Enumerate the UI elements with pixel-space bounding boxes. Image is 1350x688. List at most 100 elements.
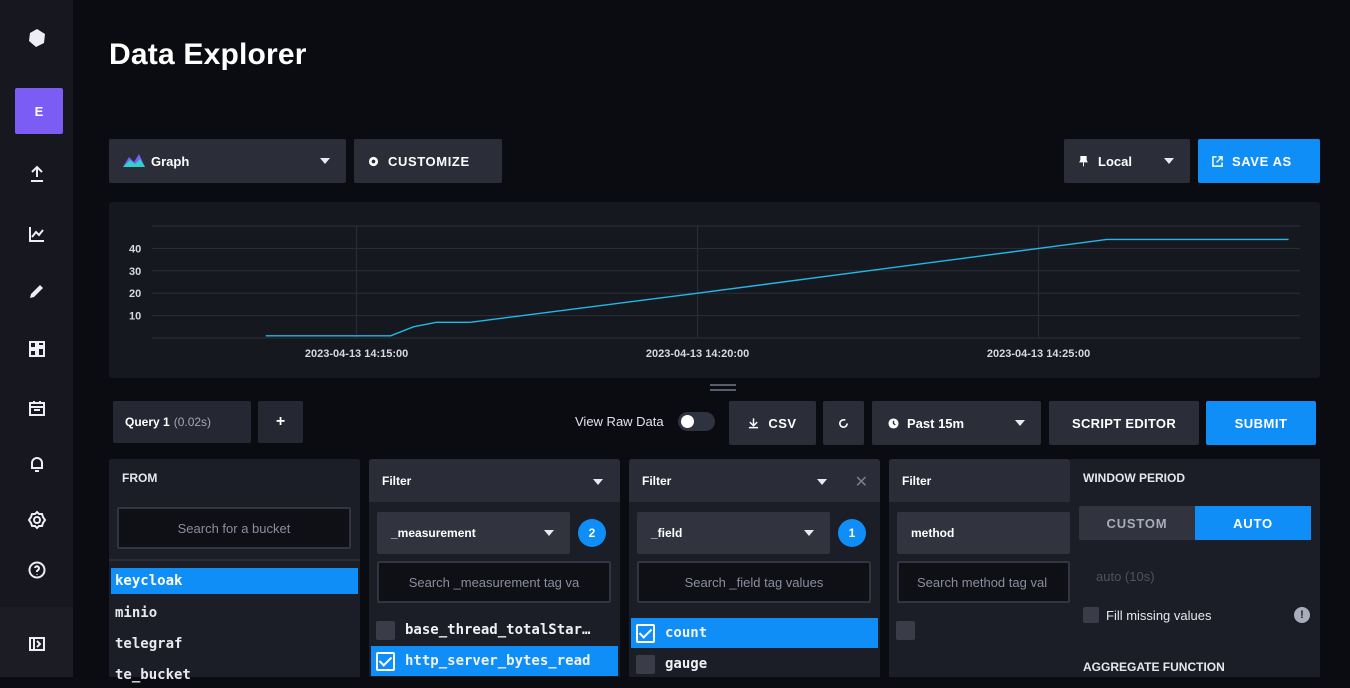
series-line (265, 238, 1289, 337)
query-tab[interactable]: Query 1 (0.02s) (113, 401, 251, 443)
filter-title: Filter (902, 474, 932, 488)
selected-count-badge: 2 (578, 519, 606, 547)
filter-header[interactable]: Filter (369, 459, 620, 502)
timezone-label: Local (1098, 153, 1132, 169)
csv-download-button[interactable]: CSV (729, 401, 816, 445)
tag-value-item[interactable]: http_server_bytes_read (371, 646, 618, 676)
tag-value-item[interactable] (893, 615, 1070, 645)
toggle-knob (681, 415, 694, 428)
add-query-button[interactable]: + (258, 401, 303, 443)
y-tick-label: 20 (129, 288, 141, 300)
time-range-label: Past 15m (907, 415, 965, 431)
filter-header[interactable]: Filter ✕ (629, 459, 880, 502)
checkbox[interactable] (636, 623, 655, 643)
window-period-panel: WINDOW PERIOD CUSTOM AUTO auto (10s) Fil… (1070, 459, 1320, 677)
user-avatar[interactable]: E (15, 88, 63, 134)
tag-value-label: gauge (665, 656, 708, 672)
pin-icon (1079, 156, 1088, 167)
bucket-item[interactable]: te_bucket (111, 662, 191, 688)
chevron-down-icon (593, 479, 603, 485)
save-as-label: SAVE AS (1232, 153, 1292, 169)
submit-button[interactable]: SUBMIT (1206, 401, 1316, 445)
tag-value-item[interactable]: base_thread_totalStar… (373, 615, 618, 645)
y-tick-label: 10 (129, 311, 141, 323)
visualization-type-dropdown[interactable]: Graph (109, 139, 346, 183)
aggregate-function-title: AGGREGATE FUNCTION (1083, 660, 1225, 674)
influxdb-logo-icon[interactable] (0, 18, 73, 58)
auto-window-value: auto (10s) (1096, 569, 1155, 584)
alerts-bell-icon[interactable] (0, 442, 73, 486)
tag-key-dropdown[interactable]: _measurement (377, 512, 570, 554)
checkbox[interactable] (636, 654, 655, 674)
bucket-item[interactable]: keycloak (111, 568, 358, 594)
divider (109, 559, 360, 561)
y-tick-label: 40 (129, 243, 141, 255)
dashboards-icon[interactable] (0, 327, 73, 371)
chevron-down-icon (1015, 420, 1025, 426)
page-title: Data Explorer (109, 38, 307, 71)
view-raw-data-label: View Raw Data (575, 414, 664, 429)
visualization-type-label: Graph (151, 153, 190, 169)
auto-option[interactable]: AUTO (1195, 506, 1311, 540)
resize-handle[interactable] (710, 384, 736, 386)
filter-header[interactable]: Filter (889, 459, 1070, 502)
save-as-button[interactable]: SAVE AS (1198, 139, 1320, 183)
chevron-down-icon (804, 530, 814, 536)
download-icon (749, 418, 759, 429)
tasks-calendar-icon[interactable] (0, 386, 73, 430)
timezone-dropdown[interactable]: Local (1064, 139, 1190, 183)
graph-panel: 40 30 20 10 2023-04-13 14:15:00 2023-04-13 14… (109, 202, 1320, 378)
window-period-toggle: CUSTOM AUTO (1079, 506, 1311, 540)
bucket-search-input[interactable]: Search for a bucket (117, 507, 351, 549)
chevron-down-icon (320, 158, 330, 164)
tag-key-dropdown[interactable]: method (897, 512, 1070, 554)
x-tick-label: 2023-04-13 14:15:00 (305, 348, 408, 360)
clock-icon (888, 417, 899, 429)
tag-value-label: http_server_bytes_read (405, 653, 591, 669)
selected-count-badge: 1 (838, 519, 866, 547)
chevron-down-icon (1164, 158, 1174, 164)
left-nav: E (0, 0, 73, 677)
tag-value-item[interactable]: gauge (633, 649, 878, 679)
fill-missing-values-option[interactable]: Fill missing values (1083, 607, 1211, 623)
help-icon[interactable]: ! (1294, 607, 1310, 623)
x-tick-label: 2023-04-13 14:20:00 (646, 348, 749, 360)
x-tick-label: 2023-04-13 14:25:00 (987, 348, 1090, 360)
checkbox[interactable] (1083, 607, 1099, 623)
bucket-item[interactable]: minio (111, 600, 157, 626)
nav-footer (0, 607, 73, 677)
data-explorer-icon[interactable] (0, 212, 73, 256)
settings-gear-icon[interactable] (0, 498, 73, 542)
tag-values-search-input[interactable]: Search _measurement tag va (377, 561, 611, 603)
line-chart: 40 30 20 10 2023-04-13 14:15:00 2023-04-13 14… (129, 225, 1300, 360)
help-icon[interactable] (0, 548, 73, 592)
checkbox[interactable] (376, 620, 395, 640)
bucket-item[interactable]: telegraf (111, 631, 182, 657)
resize-handle[interactable] (710, 389, 736, 391)
tag-values-search-input[interactable]: Search _field tag values (637, 561, 871, 603)
custom-option[interactable]: CUSTOM (1079, 506, 1195, 540)
fill-missing-label: Fill missing values (1106, 607, 1212, 623)
close-icon[interactable]: ✕ (855, 472, 868, 491)
checkbox[interactable] (376, 651, 395, 671)
expand-nav-icon[interactable] (0, 622, 73, 666)
query-duration: (0.02s) (173, 415, 212, 429)
tag-key-label: _field (651, 526, 683, 540)
tag-value-label: count (665, 625, 708, 641)
chevron-down-icon (817, 479, 827, 485)
tag-key-dropdown[interactable]: _field (637, 512, 830, 554)
csv-label: CSV (768, 415, 797, 431)
view-raw-data-toggle[interactable] (678, 412, 715, 431)
time-range-dropdown[interactable]: Past 15m (872, 401, 1041, 445)
checkbox[interactable] (896, 620, 915, 640)
upload-icon[interactable] (0, 152, 73, 196)
gear-icon (368, 156, 379, 166)
refresh-button[interactable] (823, 401, 864, 445)
chevron-down-icon (544, 530, 554, 536)
customize-button[interactable]: CUSTOMIZE (354, 139, 502, 183)
script-editor-button[interactable]: SCRIPT EDITOR (1049, 401, 1199, 445)
tag-value-item[interactable]: count (631, 618, 878, 648)
notebook-pencil-icon[interactable] (0, 269, 73, 313)
tag-values-search-input[interactable]: Search method tag val (897, 561, 1070, 603)
filter-title: Filter (382, 474, 412, 488)
